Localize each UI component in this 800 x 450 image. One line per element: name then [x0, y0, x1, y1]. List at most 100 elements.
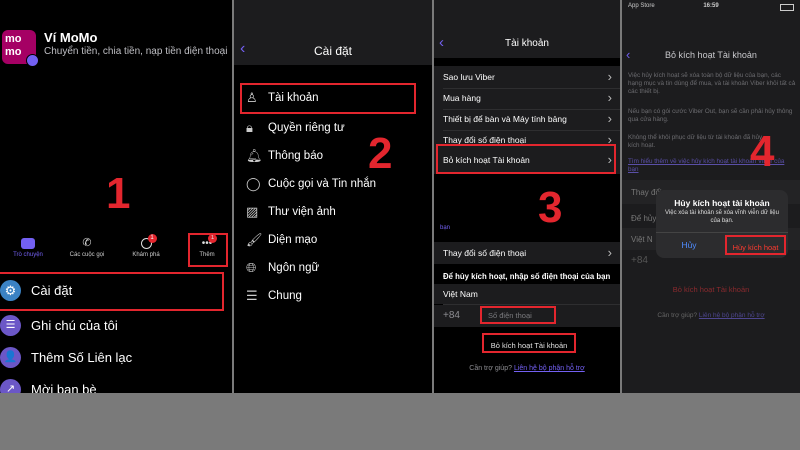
step-number-1: 1	[106, 169, 131, 218]
app-subtitle: Chuyển tiền, chia tiền, nạp tiền điện th…	[44, 46, 228, 57]
deactivate-instruction: Để hủy kích hoạt, nhập số điện thoại của…	[443, 272, 611, 281]
menu-notes-label: Ghi chú của tôi	[31, 318, 118, 333]
settings-title: Cài đặt	[313, 44, 353, 58]
help-line: Cần trợ giúp? Liên hệ bộ phận hỗ trợ	[434, 365, 620, 372]
menu-invite-label: Mời bạn bè	[31, 382, 97, 393]
momo-logo[interactable]: mo mo	[2, 30, 39, 67]
chevron-right-icon: ›	[607, 111, 612, 126]
explore-badge: 1	[147, 234, 157, 243]
settings-item-general[interactable]: ☰ Chung	[234, 282, 432, 310]
account-item-purchases-label: Mua hàng	[443, 93, 481, 103]
tab-chat[interactable]: Trò chuyện	[6, 238, 50, 258]
menu-add-contact[interactable]: 👤 Thêm Số Liên lạc	[0, 344, 232, 372]
settings-item-appearance[interactable]: 🖌︎ Diện mạo	[234, 226, 432, 254]
tab-calls-label: Các cuộc gọi	[69, 252, 105, 258]
settings-item-language[interactable]: 🌐︎ Ngôn ngữ	[234, 254, 432, 282]
settings-item-privacy[interactable]: 🔒︎ Quyền riêng tư	[234, 114, 432, 142]
highlight-deactivate	[436, 144, 616, 174]
app-name: Ví MoMo	[44, 30, 98, 45]
settings-item-calls-messages-label: Cuộc gọi và Tin nhắn	[268, 178, 377, 190]
viber-badge-icon	[26, 54, 39, 67]
confirm-dialog: Hủy kích hoạt tài khoản Việc xóa tài kho…	[656, 190, 788, 258]
dialog-title: Hủy kích hoạt tài khoản	[674, 198, 770, 208]
bell-icon: 🔔︎	[246, 148, 263, 163]
deactivate-button-label: Bỏ kích hoạt Tài khoản	[490, 341, 568, 350]
notes-icon: ☰	[0, 315, 21, 336]
account-item-purchases[interactable]: Mua hàng ›	[434, 89, 620, 109]
tab-explore-label: Khám phá	[132, 252, 160, 258]
settings-item-language-label: Ngôn ngữ	[268, 262, 320, 274]
appearance-icon: 🖌︎	[246, 232, 263, 247]
dialog-message: Việc xóa tài khoản sẽ xóa vĩnh viễn dữ l…	[665, 210, 779, 224]
menu-invite[interactable]: ↗ Mời bạn bè	[0, 376, 232, 393]
panel-account: ‹ Tài khoản Sao lưu Viber › Mua hàng › T…	[434, 0, 620, 393]
message-icon: ◯	[246, 176, 261, 191]
bg-instruction: Để hủy	[631, 214, 657, 223]
settings-item-media-label: Thư viện ảnh	[268, 206, 336, 218]
deactivate-title: Bỏ kích hoạt Tài khoản	[665, 50, 757, 60]
share-icon: ↗	[0, 379, 21, 393]
country-selector[interactable]: Việt Nam	[434, 284, 620, 304]
highlight-settings	[0, 272, 224, 311]
settings-item-calls-messages[interactable]: ◯ Cuộc gọi và Tin nhắn	[234, 170, 432, 198]
deactivate-desc-2: Nếu bạn có gói cước Viber Out, bạn sẽ cầ…	[628, 108, 793, 123]
deactivate-desc-1: Việc hủy kích hoạt sẽ xóa toàn bộ dữ liệ…	[628, 72, 796, 95]
image-icon: ▨	[246, 204, 259, 219]
account-item-backup[interactable]: Sao lưu Viber ›	[434, 68, 620, 88]
chat-icon	[21, 238, 35, 249]
bg-country-label: Việt N	[631, 235, 653, 244]
panel-settings: ‹ Cài đặt ♙ Tài khoản 🔒︎ Quyền riêng tư …	[234, 0, 432, 393]
bg-code: +84	[631, 255, 648, 266]
chevron-right-icon: ›	[607, 245, 612, 260]
help-link[interactable]: Liên hệ bộ phận hỗ trợ	[514, 365, 585, 372]
settings-item-notifications[interactable]: 🔔︎ Thông báo	[234, 142, 432, 170]
status-bar: App Store 16:59	[622, 3, 800, 13]
menu-add-contact-label: Thêm Số Liên lạc	[31, 350, 133, 365]
step-number-2: 2	[368, 129, 393, 178]
highlight-account	[240, 83, 416, 114]
deactivate-desc-3: Không thể khôi phục dữ liệu từ tài khoản…	[628, 134, 763, 149]
bg-help-link: Liên hệ bộ phận hỗ trợ	[698, 312, 765, 319]
account-item-devices-label: Thiết bị để bàn và Máy tính bảng	[443, 114, 567, 124]
phone-icon: ✆	[82, 237, 92, 249]
bg-help-line: Cần trợ giúp? Liên hệ bộ phận hỗ trợ	[622, 312, 800, 319]
add-contact-icon: 👤	[0, 347, 21, 368]
tab-explore[interactable]: 1 Khám phá	[124, 234, 168, 258]
account-item-backup-label: Sao lưu Viber	[443, 72, 495, 82]
highlight-more-tab	[188, 233, 228, 267]
account-header	[434, 0, 620, 58]
account-item-devices[interactable]: Thiết bị để bàn và Máy tính bảng ›	[434, 110, 620, 130]
account-title: Tài khoản	[505, 38, 549, 49]
panel-deactivate-dialog: App Store 16:59 ‹ Bỏ kích hoạt Tài khoản…	[622, 0, 800, 393]
bg-deactivate-button: Bỏ kích hoạt Tài khoản	[672, 285, 750, 294]
deactivate-button[interactable]: Bỏ kích hoạt Tài khoản	[482, 333, 576, 353]
bg-help-prefix: Cần trợ giúp?	[657, 312, 698, 319]
settings-item-media[interactable]: ▨ Thư viện ảnh	[234, 198, 432, 226]
tab-calls[interactable]: ✆ Các cuộc gọi	[62, 237, 112, 259]
settings-item-privacy-label: Quyền riêng tư	[268, 122, 345, 134]
globe-icon: 🌐︎	[246, 260, 257, 275]
country-code: +84	[443, 310, 460, 321]
tab-chat-label: Trò chuyện	[13, 252, 43, 258]
status-time: 16:59	[703, 3, 719, 9]
help-prefix: Cần trợ giúp?	[469, 365, 512, 372]
dialog-cancel-button[interactable]: Hủy	[656, 233, 722, 258]
dialog-confirm-button[interactable]: Hủy kích hoạt	[725, 235, 786, 255]
phone-input-placeholder: Số điện thoại	[488, 311, 532, 320]
settings-item-appearance-label: Diện mạo	[268, 234, 318, 246]
country-label: Việt Nam	[443, 289, 478, 299]
chevron-right-icon: ›	[607, 69, 612, 84]
chevron-right-icon: ›	[607, 90, 612, 105]
step-number-3: 3	[538, 183, 563, 232]
dialog-cancel-label: Hủy	[681, 240, 697, 250]
step-number-4: 4	[750, 127, 775, 176]
settings-item-general-label: Chung	[268, 290, 302, 302]
list-icon: ☰	[246, 288, 258, 303]
phone-input[interactable]: Số điện thoại	[480, 306, 556, 324]
menu-notes[interactable]: ☰ Ghi chú của tôi	[0, 312, 232, 340]
settings-item-notifications-label: Thông báo	[268, 150, 323, 162]
change-number-label: Thay đổi số điện thoại	[443, 248, 527, 258]
dialog-confirm-label: Hủy kích hoạt	[732, 243, 779, 252]
change-number-row[interactable]: Thay đổi số điện thoại ›	[434, 242, 620, 264]
lock-icon: 🔒︎	[246, 120, 253, 135]
